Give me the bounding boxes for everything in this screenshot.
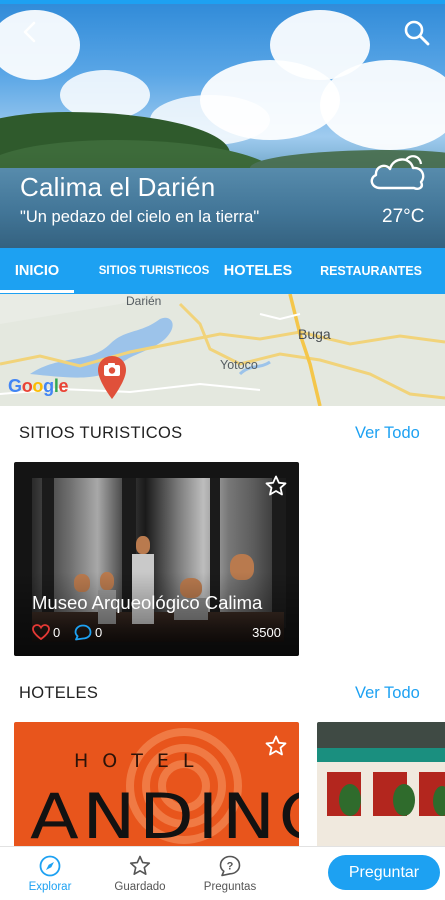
nav-guardado-label: Guardado (114, 881, 166, 893)
ask-question-button[interactable]: Preguntar (328, 855, 440, 890)
status-accent-bar (0, 0, 445, 4)
page-slogan: "Un pedazo del cielo en la tierra" (20, 208, 260, 226)
card-shade (14, 572, 299, 656)
page-title: Calima el Darién (20, 172, 216, 202)
cloud-icon (370, 155, 425, 190)
hotel-logo-name: ANDINO (30, 780, 299, 852)
nav-explorar-label: Explorar (28, 881, 72, 893)
question-bubble-icon: ? (219, 855, 241, 877)
site-card-title: Museo Arqueológico Calima (32, 592, 263, 613)
see-all-hotels-link[interactable]: Ver Todo (355, 684, 420, 703)
likes-count: 0 (53, 624, 61, 640)
back-arrow-icon[interactable] (16, 18, 44, 46)
tab-hoteles[interactable]: HOTELES (214, 248, 302, 294)
nav-explorar[interactable]: Explorar (10, 855, 90, 893)
hero-banner: Calima el Darién "Un pedazo del cielo en… (0, 0, 445, 248)
museum-artifact (136, 536, 150, 554)
map-label-darien: Darién (126, 294, 162, 308)
compass-icon (39, 855, 61, 877)
location-map[interactable]: Darién Buga Yotoco Google (0, 294, 445, 406)
camera-pin-icon[interactable] (95, 354, 129, 400)
hotel-photo-plant (433, 786, 445, 816)
temperature-label: 27°C (382, 206, 425, 227)
star-icon (129, 855, 151, 876)
heart-icon (32, 624, 50, 640)
section-title-sites: SITIOS TURISTICOS (19, 424, 183, 442)
active-tab-indicator (0, 290, 74, 293)
tab-inicio[interactable]: INICIO (0, 248, 74, 294)
favorite-star-icon[interactable] (264, 474, 288, 498)
comments-meta[interactable]: 0 (74, 624, 102, 641)
map-label-buga: Buga (298, 326, 331, 342)
nav-preguntas[interactable]: ? Preguntas (190, 855, 270, 893)
hotel-photo-roof (317, 722, 445, 748)
favorite-star-icon[interactable] (264, 734, 288, 758)
hotel-photo-plant (339, 784, 361, 816)
category-tabs: INICIO SITIOS TURISTICOS HOTELES RESTAUR… (0, 248, 445, 294)
nav-guardado[interactable]: Guardado (100, 855, 180, 893)
tab-sitios-turisticos[interactable]: SITIOS TURISTICOS (96, 248, 212, 294)
nav-preguntas-label: Preguntas (203, 881, 257, 893)
hotel-card-2[interactable] (317, 722, 445, 852)
hotel-photo-band (317, 748, 445, 762)
hotel-photo-plant (393, 784, 415, 816)
svg-text:?: ? (227, 861, 234, 873)
likes-meta[interactable]: 0 (32, 624, 60, 640)
comment-bubble-icon (74, 624, 92, 641)
hotel-logo-word: HOTEL (74, 750, 208, 772)
hotel-card[interactable]: HOTEL ANDINO (14, 722, 299, 852)
tab-restaurantes[interactable]: RESTAURANTES (312, 248, 430, 294)
search-icon[interactable] (402, 18, 432, 48)
google-logo: Google (8, 376, 69, 396)
section-title-hotels: HOTELES (19, 684, 99, 702)
site-card[interactable]: Museo Arqueológico Calima 0 0 3500 (14, 462, 299, 656)
map-label-yotoco: Yotoco (220, 358, 258, 372)
site-card-count: 3500 (252, 625, 281, 640)
see-all-sites-link[interactable]: Ver Todo (355, 424, 420, 443)
hero-cloud (320, 60, 445, 150)
comments-count: 0 (95, 625, 103, 640)
